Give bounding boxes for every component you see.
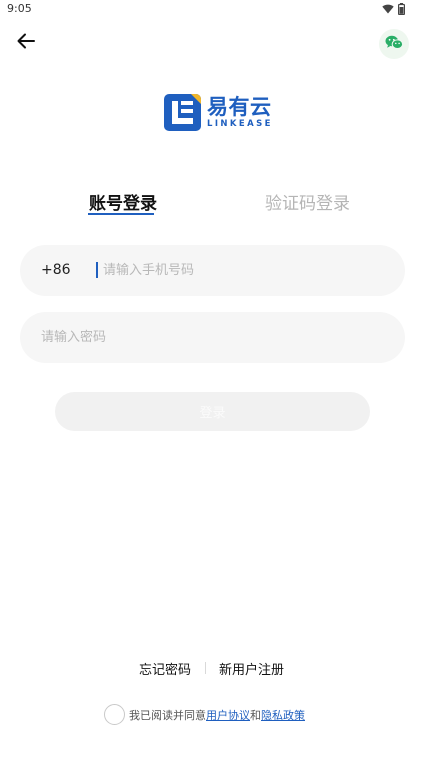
password-field [20,312,405,363]
forgot-password-link[interactable]: 忘记密码 [139,659,191,678]
wechat-icon [385,35,404,54]
wechat-login-button[interactable] [379,29,409,59]
agreement-text: 我已阅读并同意用户协议和隐私政策 [129,707,305,723]
privacy-policy-link[interactable]: 隐私政策 [261,709,305,722]
login-button[interactable]: 登录 [55,392,370,431]
logo-name: 易有云 [207,95,272,119]
password-input[interactable] [41,312,391,363]
agreement-row: 我已阅读并同意用户协议和隐私政策 [104,704,305,725]
arrow-left-icon [17,33,35,53]
phone-input[interactable] [103,245,393,296]
status-bar: 9:05 [0,0,425,20]
country-code[interactable]: +86 [41,262,71,278]
bottom-links: 忘记密码 新用户注册 [0,659,425,679]
phone-field: +86 [20,245,405,296]
tab-code-login[interactable]: 验证码登录 [265,189,350,214]
link-divider [205,662,206,674]
agreement-and: 和 [250,708,261,722]
tab-active-indicator [88,213,154,215]
battery-icon [398,3,405,15]
text-caret [96,262,98,278]
wifi-icon [382,4,394,14]
agreement-prefix: 我已阅读并同意 [129,708,206,722]
status-time: 9:05 [7,2,32,15]
agreement-checkbox[interactable] [104,704,125,725]
logo-subtitle: LINKEASE [207,119,273,129]
tab-account-login[interactable]: 账号登录 [89,189,157,214]
status-icons [382,3,405,15]
logo-text: 易有云 LINKEASE [207,96,273,129]
back-button[interactable] [14,31,38,55]
register-link[interactable]: 新用户注册 [219,659,284,678]
user-agreement-link[interactable]: 用户协议 [206,709,250,722]
app-logo: 易有云 LINKEASE [164,94,273,131]
logo-mark-icon [164,94,201,131]
